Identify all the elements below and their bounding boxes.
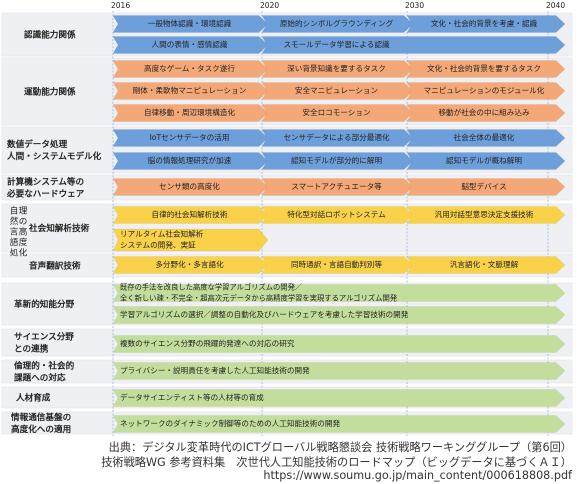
roadmap-diagram: 2016 2020 2030 2040認識能力関係運動能力関係数値データ処理人間・シス… — [1, 1, 573, 436]
nlp-side-label: 理 — [19, 206, 28, 217]
roadmap-item-label: センサ類の高度化 — [159, 181, 220, 191]
roadmap-item-label: 深い背景知識を要するタスク — [287, 63, 386, 73]
roadmap-item-label: 文化・社会的背景を要するタスク — [427, 63, 541, 73]
source-line-1: 出典：デジタル変革時代のICTグローバル戦略懇談会 技術戦略ワーキンググループ（… — [108, 441, 572, 454]
nlp-side-label: 自 — [10, 205, 19, 217]
roadmap-item-label: スモールデータ学習による認識 — [283, 39, 389, 49]
roadmap-item-label: 原始的シンボルグラウンディング — [280, 18, 394, 28]
roadmap-item-label: 社会全体の最適化 — [454, 132, 515, 142]
roadmap-item-label: プライバシー・説明責任を考慮した人工知能技術の開発 — [120, 365, 310, 375]
roadmap-item-label: 汎言語化・文脈理解 — [450, 259, 519, 269]
roadmap-item-label: 一般物体認識・環境認識 — [148, 18, 232, 28]
roadmap-item-label: ネットワークのダイナミック制御等のための人工知能技術の開発 — [120, 418, 340, 428]
row-label: 運動能力関係 — [24, 85, 76, 97]
roadmap-item-label: データサイエンティスト等の人材等の育成 — [120, 392, 264, 402]
roadmap-item-label: IoTセンサデータの活用 — [150, 132, 230, 142]
row-label: 認識能力関係 — [24, 28, 76, 40]
roadmap-item-label: 同時通訳・言語自動判別等 — [291, 259, 383, 269]
roadmap-item-label: 多分野化・多言語化 — [155, 259, 224, 269]
roadmap-item-label: 学習アルゴリズムの選択／調整の自動化及びハードウェアを考慮した学習技術の開発 — [120, 309, 409, 319]
roadmap-item-label: 文化・社会的背景を考慮・認識 — [431, 18, 538, 28]
nlp-side-label: の — [19, 217, 28, 227]
source-line-2: 技術戦略WG 参考資料集 次世代人工知能技術のロードマップ（ビッグデータに基づく… — [101, 456, 572, 469]
roadmap-item-label: 剛体・柔軟物マニピュレーション — [133, 85, 247, 95]
roadmap-item-label: 認知モデルが部分的に解明 — [291, 155, 383, 165]
roadmap-item-label: 複数のサイエンス分野の飛躍的発達への対応の研究 — [120, 338, 295, 348]
roadmap-item-label: マニピュレーションのモジュール化 — [424, 85, 545, 95]
nlp-side-label: 然 — [10, 215, 19, 227]
nlp-side-label: 処 — [10, 247, 19, 259]
nlp-side-label: 高 — [19, 226, 28, 238]
nlp-side-label: 度 — [19, 236, 28, 248]
roadmap-item-label: 特化型対話ロボットシステム — [287, 209, 386, 219]
roadmap-item-label: 認知モデルが概ね解明 — [446, 155, 522, 165]
roadmap-item-label: スマートアクチュエータ等 — [291, 181, 382, 191]
source-url: https://www.soumu.go.jp/main_content/000… — [263, 469, 572, 482]
roadmap-item-label: 高度なゲーム・タスク遂行 — [144, 63, 235, 73]
roadmap-item-label: 安全ロコモーション — [302, 107, 370, 117]
year-label: 2030 — [405, 1, 424, 10]
roadmap-item-label: 汎用対話型意思決定支援技術 — [435, 209, 534, 219]
roadmap-item-label: 安全マニピュレーション — [295, 85, 378, 95]
roadmap-item-label: 人間の表情・感情認識 — [152, 39, 228, 49]
nlp-side-label: 語 — [10, 236, 19, 248]
year-label: 2040 — [546, 1, 565, 10]
roadmap-item-label: センサデータによる部分最適化 — [283, 132, 389, 142]
nlp-side-label: 言 — [10, 226, 19, 238]
roadmap-item-label: 自律的社会知解析技術 — [152, 209, 228, 219]
year-label: 2016 — [111, 1, 130, 10]
row-label: 革新的知能分野 — [14, 298, 75, 310]
roadmap-item-label: 脳型デバイス — [461, 181, 506, 191]
roadmap-item-label: 自律移動・周辺環境構造化 — [144, 107, 236, 117]
row-label: 人材育成 — [16, 391, 51, 403]
ai-technology-roadmap: 2016 2020 2030 2040 認識能力関係 運動能力関係 数値データ処理人間・シス… — [0, 0, 580, 482]
row-label: 音声翻訳技術 — [29, 259, 81, 271]
row-label: 社会知解析技術 — [28, 222, 90, 234]
roadmap-item-label: 脳の情報処理研究が加速 — [148, 155, 232, 165]
roadmap-item-label: 移動が社会の中に組み込み — [438, 107, 530, 117]
year-label: 2020 — [260, 1, 279, 10]
nlp-side-label: 化 — [19, 247, 28, 259]
